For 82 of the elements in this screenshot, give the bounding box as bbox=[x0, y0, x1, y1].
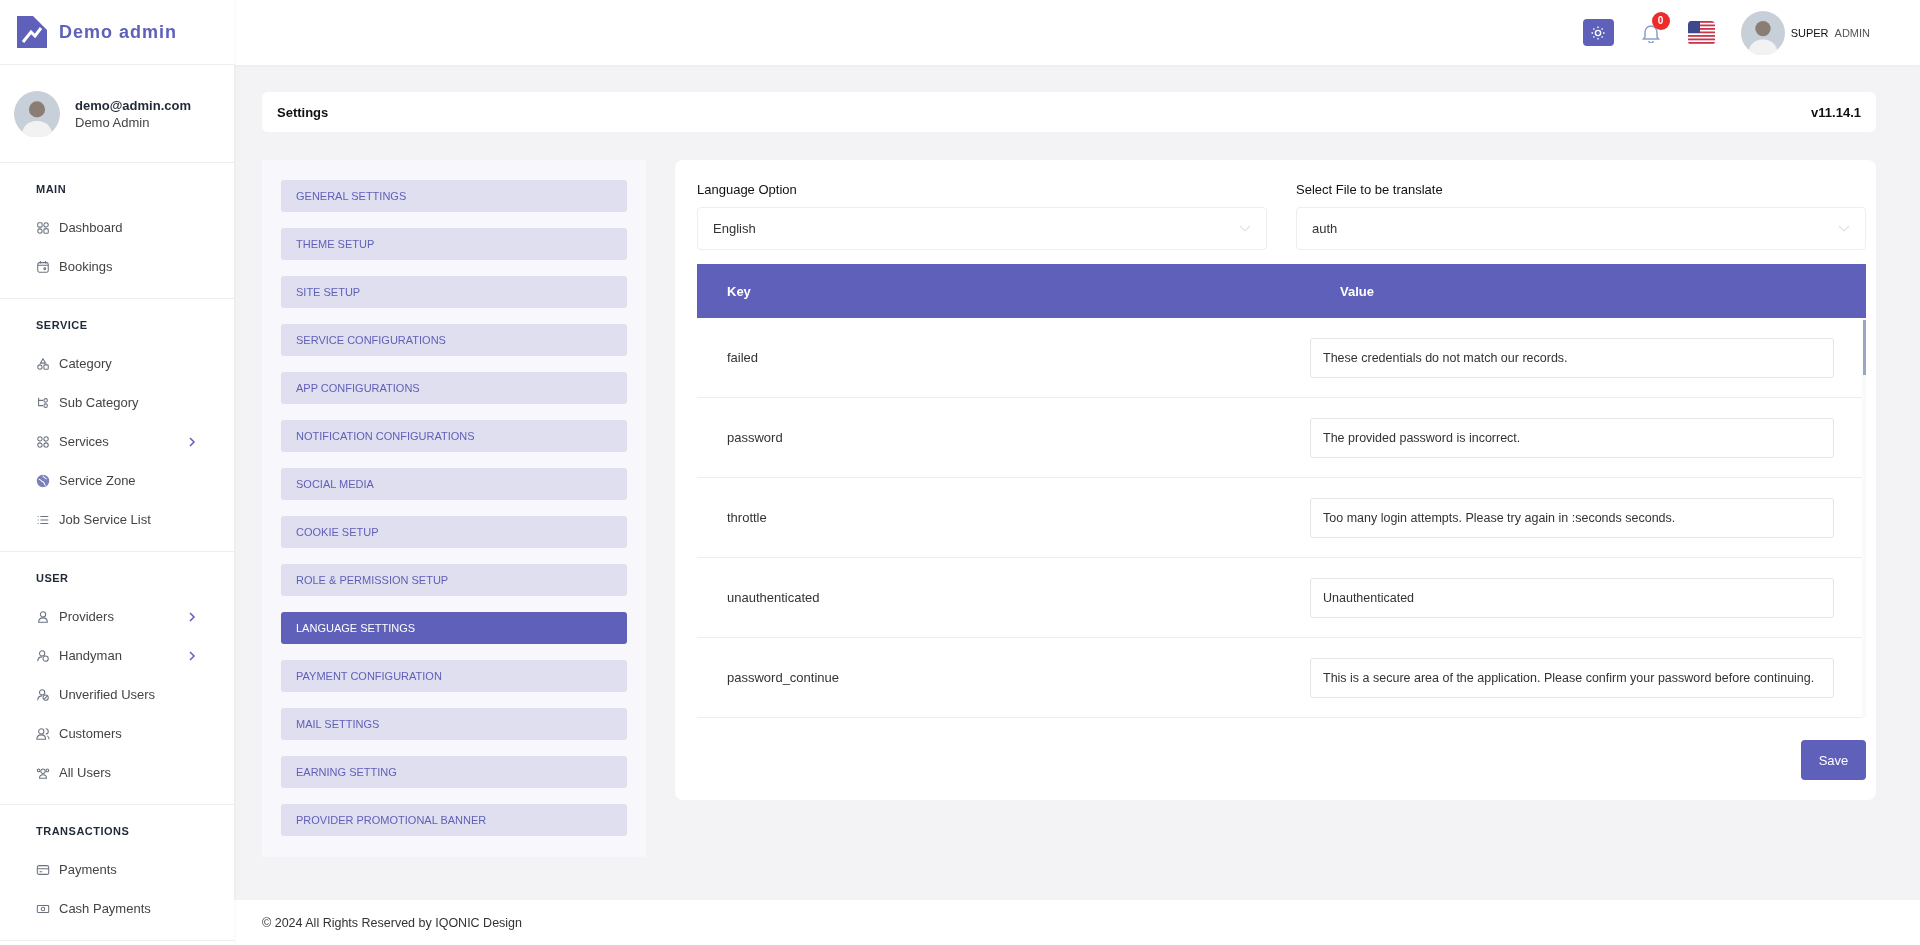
settings-menu-item[interactable]: SERVICE CONFIGURATIONS bbox=[281, 324, 627, 356]
save-button[interactable]: Save bbox=[1801, 740, 1866, 780]
settings-menu-item[interactable]: COOKIE SETUP bbox=[281, 516, 627, 548]
profile-email: demo@admin.com bbox=[75, 97, 191, 113]
brand-name: Demo admin bbox=[59, 21, 178, 43]
sidebar-item[interactable]: Sub Category bbox=[36, 383, 196, 422]
footer-text: © 2024 All Rights Reserved by IQONIC Design bbox=[262, 915, 523, 930]
settings-menu-item[interactable]: MAIL SETTINGS bbox=[281, 708, 627, 740]
settings-menu-item[interactable]: ROLE & PERMISSION SETUP bbox=[281, 564, 627, 596]
sidebar-item[interactable]: Service Zone bbox=[36, 461, 196, 500]
table-cell-text: unauthenticated bbox=[726, 590, 821, 605]
file-select[interactable]: auth bbox=[1296, 207, 1866, 250]
user-avatar bbox=[1740, 10, 1785, 55]
language-select[interactable]: English bbox=[697, 207, 1267, 250]
sidebar-item[interactable]: Handyman bbox=[36, 636, 196, 675]
menu-item-icon bbox=[36, 356, 50, 371]
table-cell-text: password bbox=[726, 430, 784, 445]
avatar-image bbox=[14, 90, 60, 137]
menu-item-icon bbox=[36, 765, 50, 780]
sidebar-item[interactable]: Providers bbox=[36, 597, 196, 636]
section-title: SERVICE bbox=[36, 319, 89, 331]
value-input-field[interactable]: The provided password is incorrect. bbox=[1310, 417, 1834, 458]
table-cell-text: password_continue bbox=[726, 670, 841, 685]
settings-menu-item[interactable]: SITE SETUP bbox=[281, 276, 627, 308]
settings-menu-item[interactable]: PAYMENT CONFIGURATION bbox=[281, 660, 627, 692]
section-title: MAIN bbox=[36, 183, 68, 195]
chevron-right-icon bbox=[188, 649, 196, 662]
settings-menu-item[interactable]: THEME SETUP bbox=[281, 228, 627, 260]
sidebar-item[interactable]: Services bbox=[36, 422, 196, 461]
settings-menu-item[interactable]: NOTIFICATION CONFIGURATIONS bbox=[281, 420, 627, 452]
menu-item-icon bbox=[36, 648, 50, 663]
menu-item-icon bbox=[36, 473, 50, 488]
settings-menu-item[interactable]: LANGUAGE SETTINGS bbox=[281, 612, 627, 644]
sidebar-item[interactable]: All Users bbox=[36, 753, 196, 792]
menu-item-icon bbox=[36, 259, 50, 274]
value-input-field[interactable]: These credentials do not match our records. bbox=[1310, 337, 1834, 378]
sidebar-item[interactable]: Bookings bbox=[36, 247, 196, 286]
table-cell-text: throttle bbox=[726, 510, 768, 525]
bell-icon[interactable] bbox=[1641, 22, 1660, 43]
chevron-right-icon bbox=[188, 435, 196, 448]
section-title: USER bbox=[36, 572, 70, 584]
settings-menu-item[interactable]: EARNING SETTING bbox=[281, 756, 627, 788]
page-title: Settings bbox=[277, 104, 329, 120]
menu-item-icon bbox=[36, 687, 50, 702]
menu-item-icon bbox=[36, 609, 50, 624]
sidebar-item[interactable]: Dashboard bbox=[36, 208, 196, 247]
sidebar-item[interactable]: Cash Payments bbox=[36, 889, 196, 928]
value-input-field[interactable]: Too many login attempts. Please try again in :seconds seconds. bbox=[1310, 497, 1834, 538]
settings-menu-item[interactable]: SOCIAL MEDIA bbox=[281, 468, 627, 500]
value-input-field[interactable]: This is a secure area of the application. Please confirm your password before continuing. bbox=[1310, 657, 1834, 698]
version-label: v11.14.1 bbox=[1811, 104, 1861, 120]
sidebar-item[interactable]: Payments bbox=[36, 850, 196, 889]
menu-item-icon bbox=[36, 862, 50, 877]
notification-badge: 0 bbox=[1651, 11, 1670, 30]
menu-item-icon bbox=[36, 434, 50, 449]
user-first-name: SUPER bbox=[1790, 26, 1829, 39]
menu-item-icon bbox=[36, 220, 50, 235]
value-input-field[interactable]: Unauthenticated bbox=[1310, 577, 1834, 618]
sidebar-item[interactable]: Customers bbox=[36, 714, 196, 753]
sidebar-item[interactable]: Unverified Users bbox=[36, 675, 196, 714]
sidebar-item[interactable]: Category bbox=[36, 344, 196, 383]
settings-menu-item[interactable]: APP CONFIGURATIONS bbox=[281, 372, 627, 404]
dropdown-caret-icon bbox=[1239, 224, 1251, 233]
dropdown-caret-icon bbox=[1838, 224, 1850, 233]
sun-icon bbox=[1591, 25, 1606, 40]
chevron-right-icon bbox=[188, 610, 196, 623]
table-cell-text: failed bbox=[726, 350, 760, 365]
theme-toggle-button[interactable] bbox=[1582, 19, 1614, 46]
menu-item-icon bbox=[36, 726, 50, 741]
section-title: TRANSACTIONS bbox=[36, 825, 131, 837]
settings-menu-item[interactable]: PROVIDER PROMOTIONAL BANNER bbox=[281, 804, 627, 836]
logo-icon bbox=[15, 14, 49, 50]
menu-item-icon bbox=[36, 395, 50, 410]
flag-icon[interactable] bbox=[1687, 20, 1715, 45]
profile-role: Demo Admin bbox=[75, 114, 151, 130]
settings-menu-item[interactable]: GENERAL SETTINGS bbox=[281, 180, 627, 212]
scrollbar-thumb[interactable] bbox=[1863, 320, 1866, 375]
user-last-name: ADMIN bbox=[1834, 26, 1870, 39]
table-header: Key Value bbox=[697, 264, 1866, 318]
field-label: Language Option bbox=[697, 182, 798, 197]
field-label: Select File to be translate bbox=[1296, 182, 1444, 197]
sidebar-item[interactable]: Job Service List bbox=[36, 500, 196, 539]
